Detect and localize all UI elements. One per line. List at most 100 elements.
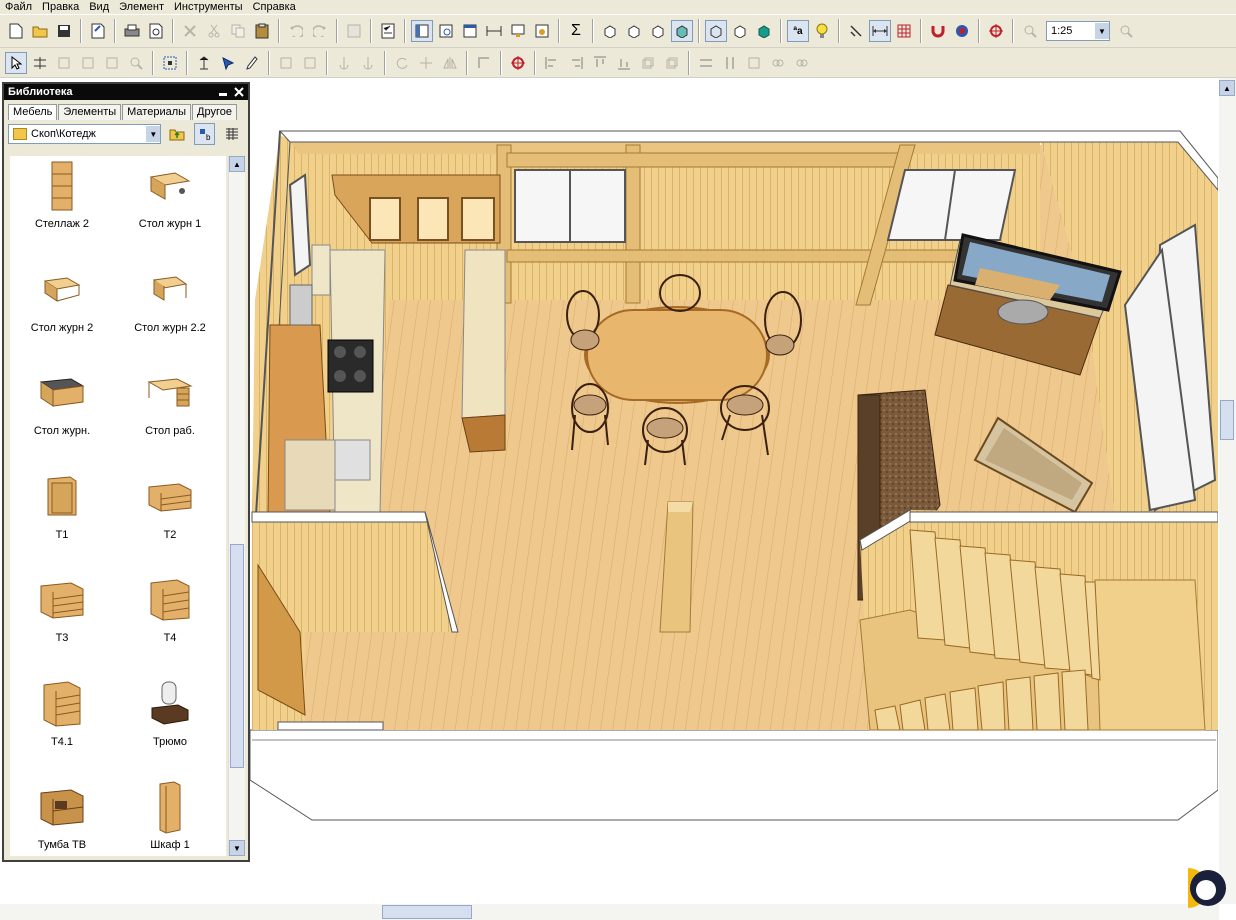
print-button[interactable] [121, 20, 143, 42]
distribute-alt-button[interactable] [299, 52, 321, 74]
folder-up-button[interactable] [166, 123, 188, 145]
undo-button[interactable] [285, 20, 307, 42]
menu-element[interactable]: Элемент [114, 0, 169, 14]
properties-button[interactable] [87, 20, 109, 42]
snap-button[interactable] [845, 20, 867, 42]
crosshair-button[interactable] [985, 20, 1007, 42]
stack-button[interactable] [637, 52, 659, 74]
select-tool-button[interactable] [5, 51, 27, 74]
mirror-tool-button[interactable] [77, 52, 99, 74]
redo-button[interactable] [309, 20, 331, 42]
list-view-button[interactable] [221, 123, 243, 145]
new-file-button[interactable] [5, 20, 27, 42]
zoom-in-button[interactable] [1019, 20, 1041, 42]
minimize-icon[interactable] [218, 87, 228, 97]
center-target-button[interactable] [507, 52, 529, 74]
library-item[interactable]: Трюмо [118, 674, 222, 778]
size-button[interactable] [743, 52, 765, 74]
library-scrollbar[interactable]: ▲ ▼ [228, 156, 245, 856]
tab-materials[interactable]: Материалы [122, 104, 192, 120]
library-item[interactable]: Тумба ТВ [10, 777, 114, 856]
close-icon[interactable] [234, 87, 244, 97]
flip-button[interactable] [439, 52, 461, 74]
align-left-button[interactable] [541, 52, 563, 74]
library-toggle-button[interactable] [411, 20, 433, 42]
sum-button[interactable]: Σ [565, 20, 587, 42]
menu-file[interactable]: Файл [0, 0, 37, 14]
chevron-down-icon[interactable]: ▼ [146, 126, 161, 142]
library-item[interactable]: Т2 [118, 467, 222, 571]
move-button[interactable] [415, 52, 437, 74]
scroll-down-button[interactable]: ▼ [229, 840, 245, 856]
align-right-button[interactable] [565, 52, 587, 74]
scroll-thumb[interactable] [230, 544, 244, 768]
view-window-button[interactable] [459, 20, 481, 42]
library-item[interactable]: Стол журн. [10, 363, 114, 467]
space-v-button[interactable] [719, 52, 741, 74]
menu-view[interactable]: Вид [84, 0, 114, 14]
text-labels-button[interactable]: ªa [787, 20, 809, 42]
library-item[interactable]: Т4 [118, 570, 222, 674]
library-item[interactable]: Стол раб. [118, 363, 222, 467]
distribute-button[interactable] [275, 52, 297, 74]
anchor-alt-button[interactable] [357, 52, 379, 74]
dimensions-button[interactable] [483, 20, 505, 42]
shaded-button[interactable] [753, 20, 775, 42]
library-item[interactable]: Стол журн 1 [118, 156, 222, 260]
library-item[interactable]: Т3 [10, 570, 114, 674]
open-button[interactable] [29, 20, 51, 42]
menu-edit[interactable]: Правка [37, 0, 84, 14]
view-front-button[interactable] [623, 20, 645, 42]
view-preview-button[interactable] [435, 20, 457, 42]
tab-elements[interactable]: Элементы [58, 104, 122, 120]
menu-help[interactable]: Справка [248, 0, 301, 14]
rotate-tool-button[interactable] [217, 52, 239, 74]
group-select-button[interactable] [159, 52, 181, 74]
copy-tool-button[interactable] [53, 52, 75, 74]
tab-furniture[interactable]: Мебель [8, 104, 58, 120]
zoom-out-button[interactable] [1115, 20, 1137, 42]
tab-other[interactable]: Другое [192, 104, 237, 120]
element-properties-button[interactable] [343, 20, 365, 42]
align-top-button[interactable] [589, 52, 611, 74]
cut-button[interactable] [203, 20, 225, 42]
space-h-button[interactable] [695, 52, 717, 74]
library-item[interactable]: Т1 [10, 467, 114, 571]
chain-alt-button[interactable] [791, 52, 813, 74]
lighting-button[interactable] [811, 20, 833, 42]
save-button[interactable] [53, 20, 75, 42]
view-top-button[interactable] [599, 20, 621, 42]
corner-button[interactable] [473, 52, 495, 74]
menu-tools[interactable]: Инструменты [169, 0, 248, 14]
scroll-up-button[interactable]: ▲ [229, 156, 245, 172]
measure-button[interactable] [869, 20, 891, 42]
delete-button[interactable] [179, 20, 201, 42]
copy-button[interactable] [227, 20, 249, 42]
move-up-button[interactable] [193, 52, 215, 74]
chevron-down-icon[interactable]: ▼ [1095, 23, 1109, 39]
scroll-thumb[interactable] [1220, 400, 1234, 440]
library-path-select[interactable]: Скоп\Котедж ▼ [8, 124, 162, 144]
scene-viewport[interactable] [250, 78, 1218, 904]
draw-tool-button[interactable] [241, 52, 263, 74]
align-tool-button[interactable] [29, 52, 51, 74]
print-preview-button[interactable] [145, 20, 167, 42]
anchor-button[interactable] [333, 52, 355, 74]
align-bottom-button[interactable] [613, 52, 635, 74]
view-side-button[interactable] [647, 20, 669, 42]
library-item[interactable]: Стол журн 2 [10, 260, 114, 364]
chain-button[interactable] [767, 52, 789, 74]
library-item[interactable]: Стол журн 2.2 [118, 260, 222, 364]
zoom-select[interactable]: 1:25 ▼ [1046, 21, 1110, 41]
library-item[interactable]: Шкаф 1 [118, 777, 222, 856]
array-tool-button[interactable] [101, 52, 123, 74]
viewport-vertical-scrollbar[interactable]: ▲ [1219, 78, 1236, 904]
stack-alt-button[interactable] [661, 52, 683, 74]
library-item[interactable]: Т4.1 [10, 674, 114, 778]
library-item[interactable]: Стеллаж 2 [10, 156, 114, 260]
icon-view-button[interactable]: b [193, 123, 216, 145]
rotate-button[interactable] [391, 52, 413, 74]
magnet-button[interactable] [927, 20, 949, 42]
target-button[interactable] [951, 20, 973, 42]
wireframe-button[interactable] [705, 20, 727, 42]
